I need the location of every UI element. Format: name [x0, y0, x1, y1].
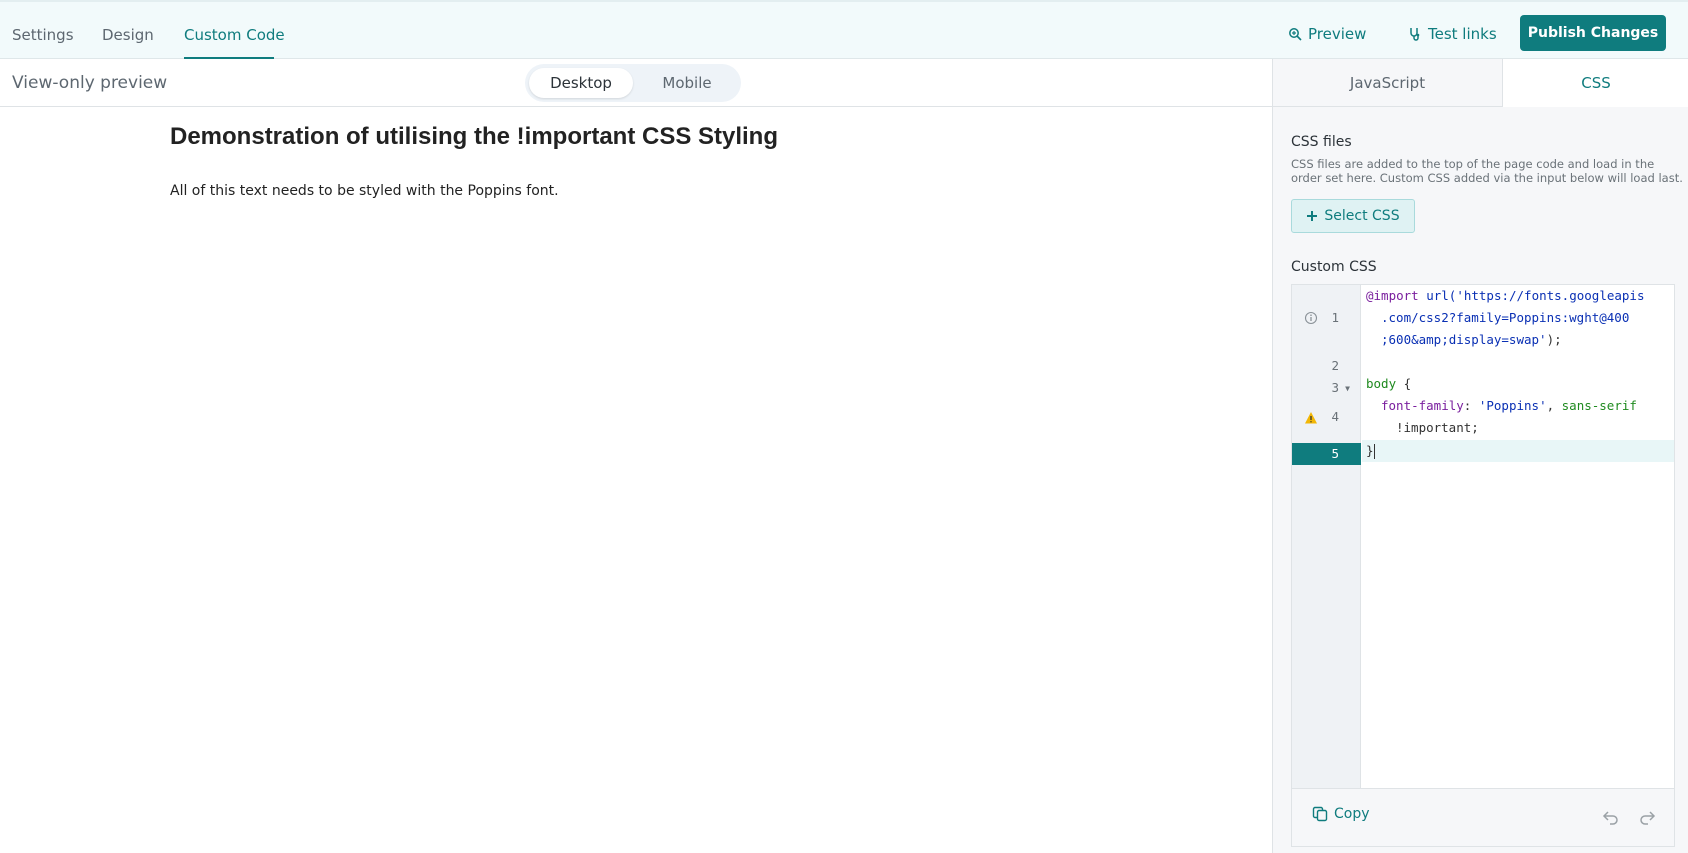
- copy-icon: [1312, 806, 1328, 822]
- code-panel: JavaScript CSS CSS files CSS files are a…: [1272, 59, 1688, 853]
- undo-icon[interactable]: [1602, 808, 1620, 826]
- preview-body-text: All of this text needs to be styled with…: [170, 183, 559, 199]
- preview-header: View-only preview Desktop Mobile: [0, 59, 1272, 107]
- mobile-toggle-option[interactable]: Mobile: [637, 68, 737, 98]
- code-line: body {: [1366, 376, 1412, 391]
- tab-design[interactable]: Design: [102, 26, 154, 44]
- top-bar: Settings Design Custom Code Preview Test…: [0, 0, 1688, 59]
- tab-css[interactable]: CSS: [1503, 59, 1688, 107]
- editor-footer: Copy: [1292, 788, 1674, 846]
- css-files-heading: CSS files: [1291, 134, 1352, 150]
- fold-caret-icon[interactable]: ▼: [1345, 378, 1350, 400]
- css-files-description: CSS files are added to the top of the pa…: [1291, 157, 1683, 185]
- tab-settings[interactable]: Settings: [12, 26, 74, 44]
- line-number-active: 5: [1292, 443, 1361, 465]
- code-line: font-family: 'Poppins', sans-serif: [1381, 398, 1637, 413]
- device-toggle: Desktop Mobile: [525, 64, 741, 102]
- text-cursor: [1373, 444, 1375, 459]
- copy-label: Copy: [1334, 806, 1370, 822]
- stethoscope-icon: [1410, 28, 1420, 41]
- select-css-label: Select CSS: [1324, 208, 1400, 224]
- code-line: ;600&amp;display=swap');: [1381, 332, 1562, 347]
- view-only-label: View-only preview: [12, 73, 168, 93]
- plus-icon: [1307, 211, 1318, 221]
- code-line-active: }: [1362, 440, 1674, 462]
- code-line: .com/css2?family=Poppins:wght@400: [1381, 310, 1630, 325]
- preview-link-label: Preview: [1308, 25, 1367, 43]
- tab-javascript[interactable]: JavaScript: [1273, 59, 1503, 107]
- line-gutter: 1 2 3 ▼ 4 5: [1292, 285, 1361, 788]
- redo-icon[interactable]: [1638, 808, 1656, 826]
- code-line: @import url('https://fonts.googleapis: [1366, 288, 1645, 303]
- line-number: 3 ▼: [1292, 377, 1361, 399]
- copy-button[interactable]: Copy: [1312, 806, 1370, 822]
- zoom-icon: [1289, 28, 1302, 41]
- select-css-button[interactable]: Select CSS: [1291, 199, 1415, 233]
- code-content[interactable]: @import url('https://fonts.googleapis .c…: [1362, 285, 1674, 788]
- code-tabs: JavaScript CSS: [1273, 59, 1688, 107]
- line-number: 4: [1331, 409, 1339, 424]
- line-number: 2: [1331, 358, 1339, 373]
- desktop-toggle-option[interactable]: Desktop: [529, 68, 633, 98]
- code-line: !important;: [1396, 420, 1479, 435]
- test-links-label: Test links: [1428, 25, 1497, 43]
- preview-link[interactable]: Preview: [1288, 23, 1366, 45]
- code-editor[interactable]: 1 2 3 ▼ 4 5 @import url('https://fonts.go…: [1291, 284, 1675, 847]
- publish-changes-button[interactable]: Publish Changes: [1520, 15, 1666, 51]
- test-links-link[interactable]: Test links: [1408, 23, 1497, 45]
- custom-css-heading: Custom CSS: [1291, 259, 1377, 275]
- tab-custom-code[interactable]: Custom Code: [184, 26, 285, 44]
- preview-heading: Demonstration of utilising the !importan…: [170, 123, 779, 150]
- line-number: 1: [1331, 310, 1339, 325]
